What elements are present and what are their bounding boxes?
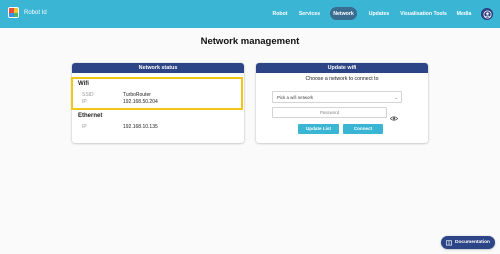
password-field[interactable]: Password	[272, 107, 387, 118]
robot-logo-icon	[8, 7, 19, 18]
nav-robot[interactable]: Robot	[270, 7, 290, 20]
nav-services[interactable]: Services	[296, 7, 323, 20]
nav-updates[interactable]: Updates	[365, 7, 393, 20]
wifi-network-select-value: Pick a wifi network	[277, 95, 314, 100]
network-status-header: Network status	[72, 63, 244, 73]
update-list-button[interactable]: Update List	[298, 124, 339, 134]
connect-button[interactable]: Connect	[343, 124, 383, 134]
documentation-button[interactable]: Documentation	[441, 236, 495, 249]
ethernet-ip-label: IP	[82, 124, 87, 130]
wifi-ssid-label: SSID	[82, 92, 94, 98]
nav-media[interactable]: Media	[454, 7, 474, 20]
ethernet-ip-value: 192.168.10.135	[123, 124, 158, 130]
chevron-down-icon: ⌄	[394, 95, 398, 100]
eye-icon[interactable]	[389, 109, 399, 121]
book-icon	[446, 239, 452, 245]
app-name: Robot Id	[24, 9, 47, 16]
top-bar: Robot Id Robot Services Network Updates …	[0, 0, 500, 28]
choose-network-instruction: Choose a network to connect to	[305, 76, 379, 82]
page-title: Network management	[200, 36, 300, 47]
update-wifi-card: Update wifi	[256, 63, 428, 143]
wifi-ip-value: 192.168.50.204	[123, 99, 158, 105]
wifi-ip-label: IP	[82, 99, 87, 105]
wifi-ssid-value: TurboRouter	[123, 92, 151, 98]
network-status-card: Network status	[72, 63, 244, 143]
nav-network[interactable]: Network	[330, 7, 357, 20]
wifi-network-select[interactable]: Pick a wifi network ⌄	[272, 91, 402, 103]
wifi-section-title: Wifi	[78, 81, 89, 87]
user-icon[interactable]	[481, 8, 493, 20]
brand[interactable]: Robot Id	[8, 7, 47, 18]
nav-visualisation-tools[interactable]: Visualisation Tools	[399, 7, 448, 20]
update-wifi-header: Update wifi	[256, 63, 428, 73]
documentation-label: Documentation	[455, 240, 490, 245]
ethernet-section-title: Ethernet	[78, 113, 103, 119]
